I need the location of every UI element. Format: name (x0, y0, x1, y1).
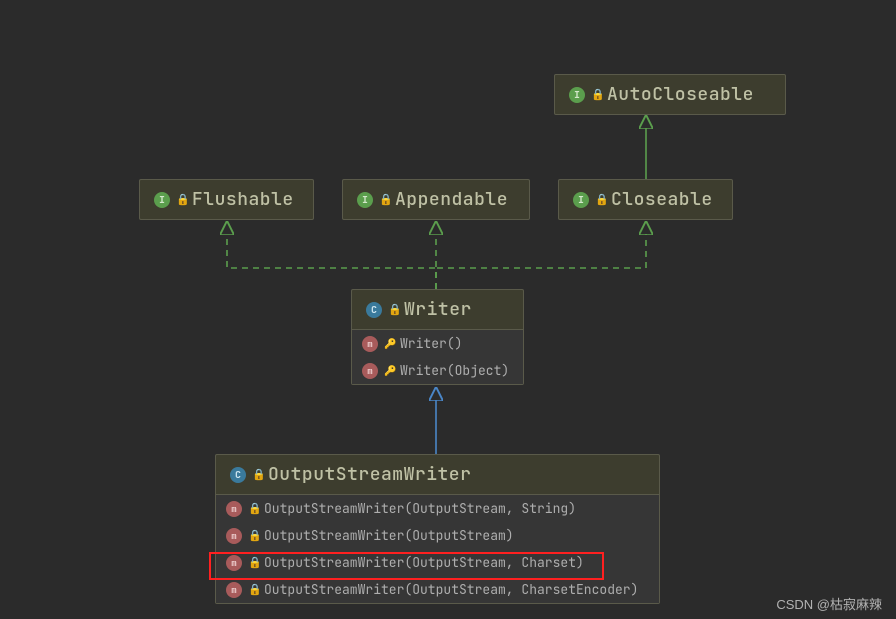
method-name: OutputStreamWriter(OutputStream, Charset… (264, 581, 638, 598)
lock-icon: 🔒 (176, 195, 186, 205)
method-row: 🔒 OutputStreamWriter(OutputStream, Strin… (216, 495, 659, 522)
method-row: 🔒 OutputStreamWriter(OutputStream) (216, 522, 659, 549)
interface-closeable[interactable]: 🔒 Closeable (558, 179, 733, 220)
method-icon (226, 582, 242, 598)
method-name: OutputStreamWriter(OutputStream, Charset… (264, 554, 584, 571)
class-outputstreamwriter[interactable]: 🔒 OutputStreamWriter 🔒 OutputStreamWrite… (215, 454, 660, 604)
class-name: Closeable (611, 188, 713, 211)
method-name: Writer(Object) (400, 362, 509, 379)
interface-icon (154, 192, 170, 208)
class-writer[interactable]: 🔒 Writer 🔑 Writer() 🔑 Writer(Object) (351, 289, 524, 385)
method-icon (362, 363, 378, 379)
interface-flushable[interactable]: 🔒 Flushable (139, 179, 314, 220)
class-name: OutputStreamWriter (268, 463, 471, 486)
lock-icon: 🔒 (379, 195, 389, 205)
method-name: OutputStreamWriter(OutputStream, String) (264, 500, 576, 517)
class-name: Writer (404, 298, 472, 321)
method-name: OutputStreamWriter(OutputStream) (264, 527, 514, 544)
method-row: 🔑 Writer(Object) (352, 357, 523, 384)
key-icon: 🔑 (384, 364, 394, 377)
method-row: 🔒 OutputStreamWriter(OutputStream, Chars… (216, 549, 659, 576)
method-icon (226, 528, 242, 544)
lock-icon: 🔒 (248, 531, 258, 541)
method-name: Writer() (400, 335, 462, 352)
method-icon (226, 555, 242, 571)
lock-icon: 🔒 (248, 504, 258, 514)
class-icon (366, 302, 382, 318)
interface-appendable[interactable]: 🔒 Appendable (342, 179, 530, 220)
key-icon: 🔑 (384, 337, 394, 350)
method-row: 🔒 OutputStreamWriter(OutputStream, Chars… (216, 576, 659, 603)
class-icon (230, 467, 246, 483)
interface-icon (573, 192, 589, 208)
lock-icon: 🔒 (248, 585, 258, 595)
class-name: Appendable (395, 188, 508, 211)
lock-icon: 🔒 (388, 305, 398, 315)
watermark: CSDN @枯寂麻辣 (776, 594, 882, 613)
lock-icon: 🔒 (595, 195, 605, 205)
interface-icon (357, 192, 373, 208)
lock-icon: 🔒 (248, 558, 258, 568)
interface-icon (569, 87, 585, 103)
method-row: 🔑 Writer() (352, 330, 523, 357)
interface-autocloseable[interactable]: 🔒 AutoCloseable (554, 74, 786, 115)
lock-icon: 🔒 (252, 470, 262, 480)
class-name: AutoCloseable (607, 83, 754, 106)
method-icon (226, 501, 242, 517)
class-name: Flushable (192, 188, 294, 211)
method-icon (362, 336, 378, 352)
lock-icon: 🔒 (591, 90, 601, 100)
